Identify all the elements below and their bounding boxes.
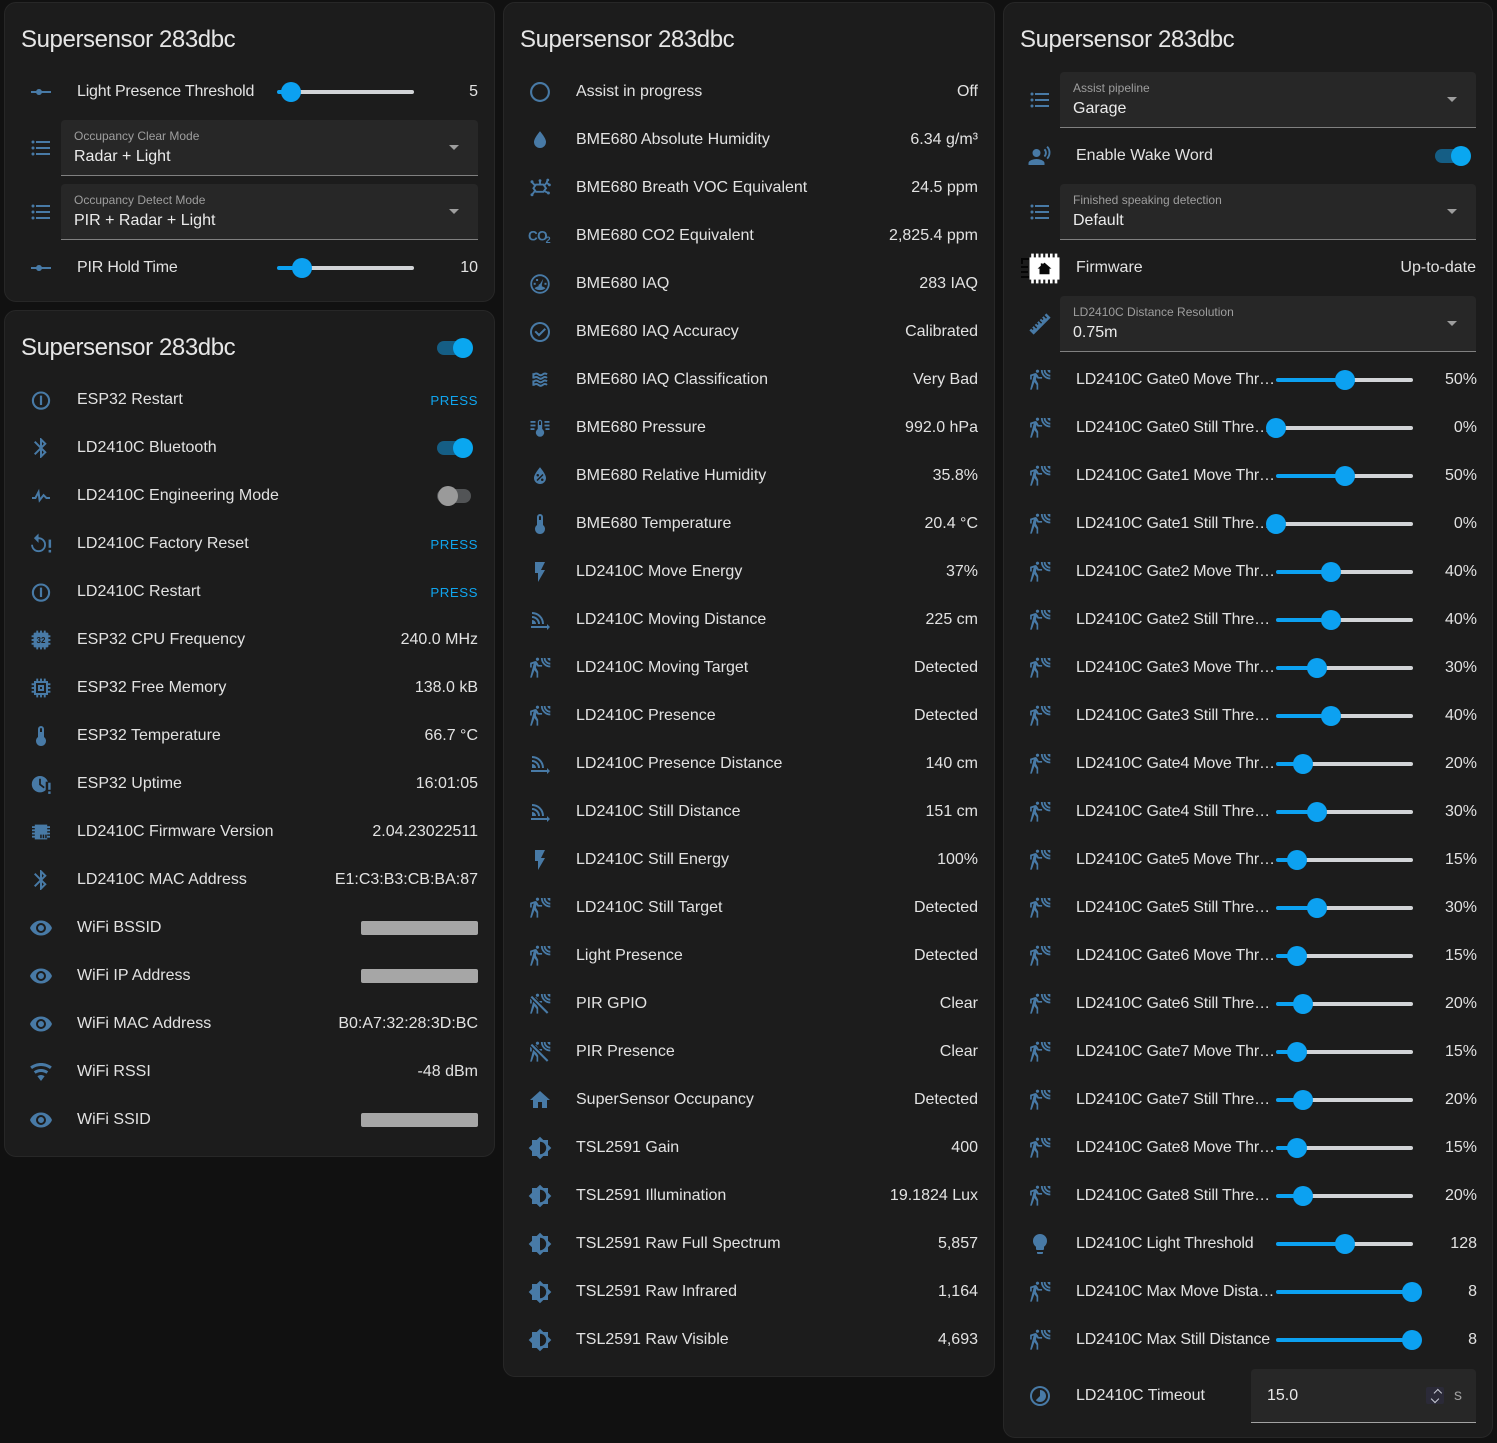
svg-text:32: 32 <box>37 636 46 645</box>
svg-text:2: 2 <box>546 235 551 245</box>
svg-text:CO: CO <box>528 228 547 243</box>
